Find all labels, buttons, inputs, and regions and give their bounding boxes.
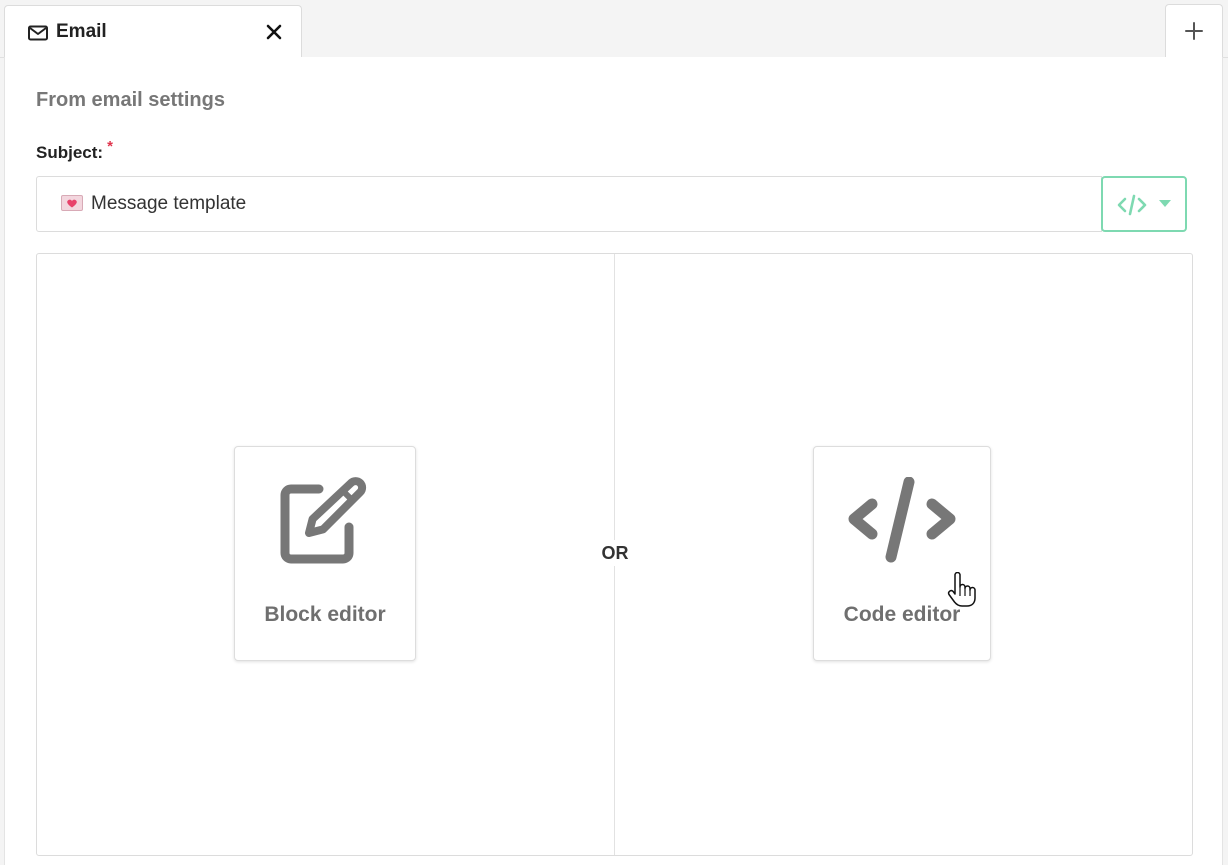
email-settings-panel: From email settings Subject: * Message te… [4, 57, 1223, 865]
tab-email[interactable]: Email [4, 5, 302, 59]
code-editor-label: Code editor [843, 603, 961, 626]
code-editor-card[interactable]: Code editor [813, 446, 991, 661]
app-root: Email From email settings Subject: * Mess… [0, 0, 1228, 865]
editor-chooser: OR Block editor Code editor [36, 253, 1193, 856]
tab-strip: Email [0, 0, 1228, 59]
block-editor-card[interactable]: Block editor [234, 446, 416, 661]
tab-label: Email [56, 21, 107, 42]
code-icon [1117, 194, 1147, 216]
block-editor-label: Block editor [264, 603, 386, 626]
envelope-icon [28, 25, 48, 41]
subject-label-text: Subject: [36, 143, 104, 162]
close-icon[interactable] [263, 21, 285, 43]
pencil-square-icon [280, 477, 367, 564]
add-tab-button[interactable] [1165, 4, 1223, 58]
subject-label: Subject: * [36, 138, 113, 165]
code-icon [848, 477, 956, 563]
chevron-down-icon [1159, 200, 1171, 207]
insert-code-dropdown-button[interactable] [1101, 176, 1187, 232]
required-marker: * [107, 138, 113, 155]
subject-input[interactable]: Message template [36, 176, 1102, 232]
or-separator: OR [595, 540, 635, 566]
plus-icon [1185, 22, 1203, 40]
subject-value: Message template [91, 193, 247, 214]
love-letter-emoji-icon [61, 195, 83, 211]
section-title: From email settings [36, 89, 225, 111]
